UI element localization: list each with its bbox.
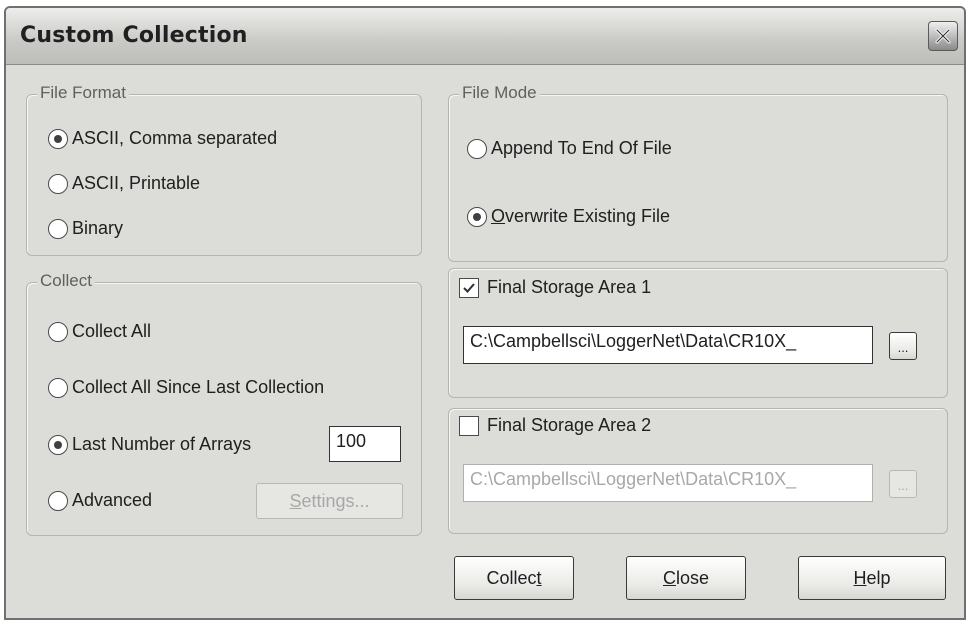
checkbox-indicator (459, 277, 479, 298)
radio-label: ASCII, Printable (72, 173, 201, 193)
radio-label: ASCII, Comma separated (72, 128, 278, 148)
close-window-button[interactable] (928, 21, 958, 51)
close-accel-key: C (662, 567, 676, 588)
radio-label: Last Number of Arrays (72, 434, 252, 454)
dialog-title: Custom Collection (20, 23, 248, 48)
radio-append-to-end[interactable]: Append To End Of File (467, 138, 672, 159)
radio-accel-key: O (491, 206, 506, 226)
file-mode-group: File Mode Append To End Of File Overwrit… (448, 83, 948, 262)
radio-label: Collect All (72, 321, 152, 341)
radio-ascii-printable[interactable]: ASCII, Printable (48, 173, 200, 194)
settings-button[interactable]: Settings... (256, 483, 403, 519)
radio-overwrite-existing[interactable]: Overwrite Existing File (467, 206, 670, 227)
checkmark-icon (463, 282, 475, 293)
collect-button[interactable]: Collec t (454, 556, 574, 600)
checkbox-label: Final Storage Area 1 (487, 277, 652, 297)
storage-1-browse-button[interactable]: ... (889, 332, 917, 360)
custom-collection-dialog: Custom Collection File Format ASCII, Com… (4, 6, 966, 620)
collect-legend: Collect (37, 271, 95, 291)
radio-indicator (48, 218, 68, 239)
settings-label-rest: ettings... (301, 490, 370, 511)
radio-label: Binary (72, 218, 124, 238)
file-format-legend: File Format (37, 83, 129, 103)
checkbox-final-storage-2[interactable]: Final Storage Area 2 (459, 415, 651, 436)
checkbox-label: Final Storage Area 2 (487, 415, 652, 435)
storage-2-path-input[interactable]: C:\Campbellsci\LoggerNet\Data\CR10X_ (463, 464, 873, 502)
close-icon (935, 28, 951, 44)
close-button[interactable]: Close (626, 556, 746, 600)
collect-label-pre: Collec (486, 567, 537, 588)
help-accel-key: H (853, 567, 867, 588)
radio-indicator (48, 128, 68, 149)
radio-label: Collect All Since Last Collection (72, 377, 325, 397)
help-button[interactable]: Help (798, 556, 946, 600)
storage-1-path-input[interactable]: C:\Campbellsci\LoggerNet\Data\CR10X_ (463, 326, 873, 364)
radio-indicator (48, 490, 68, 511)
file-format-group: File Format ASCII, Comma separated ASCII… (26, 83, 422, 256)
radio-label: Append To End Of File (491, 138, 672, 158)
close-label-rest: lose (675, 567, 710, 588)
arrays-count-input[interactable]: 100 (329, 426, 401, 462)
radio-label: verwrite Existing File (505, 206, 671, 226)
radio-binary[interactable]: Binary (48, 218, 123, 239)
radio-indicator (48, 321, 68, 342)
radio-label: Advanced (72, 490, 153, 510)
radio-indicator (48, 434, 68, 455)
radio-indicator (467, 138, 487, 159)
help-label-rest: elp (866, 567, 891, 588)
final-storage-area-2-group: Final Storage Area 2 C:\Campbellsci\Logg… (448, 408, 948, 534)
radio-indicator (48, 377, 68, 398)
storage-2-browse-button[interactable]: ... (889, 470, 917, 498)
radio-collect-since-last[interactable]: Collect All Since Last Collection (48, 377, 324, 398)
collect-group: Collect Collect All Collect All Since La… (26, 271, 422, 536)
file-mode-legend: File Mode (459, 83, 540, 103)
radio-indicator (467, 206, 487, 227)
radio-last-number-arrays[interactable]: Last Number of Arrays (48, 434, 251, 455)
title-bar[interactable]: Custom Collection (6, 8, 964, 65)
checkbox-indicator (459, 415, 479, 436)
radio-collect-all[interactable]: Collect All (48, 321, 151, 342)
final-storage-area-1-group: Final Storage Area 1 C:\Campbellsci\Logg… (448, 268, 948, 398)
checkbox-final-storage-1[interactable]: Final Storage Area 1 (459, 277, 651, 298)
radio-indicator (48, 173, 68, 194)
collect-accel-key: t (536, 567, 542, 588)
settings-accel-key: S (289, 490, 302, 511)
radio-ascii-comma[interactable]: ASCII, Comma separated (48, 128, 277, 149)
radio-advanced[interactable]: Advanced (48, 490, 152, 511)
